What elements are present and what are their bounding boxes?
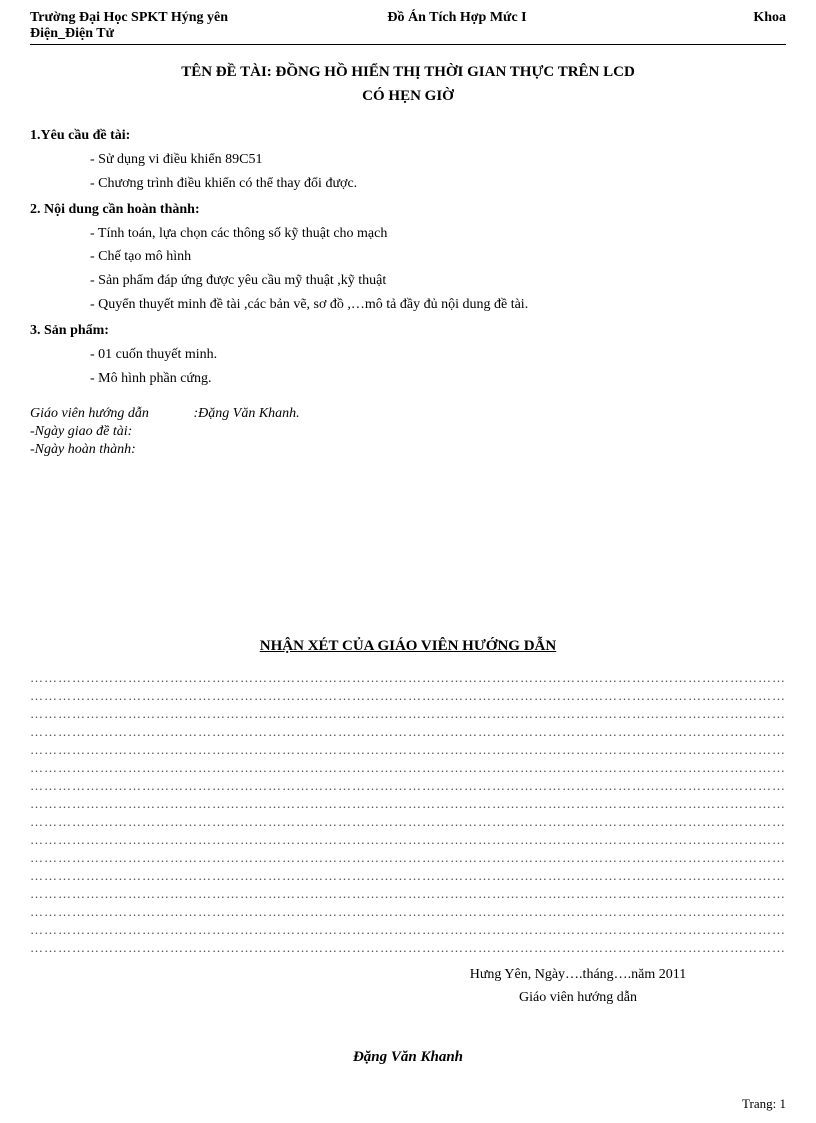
review-dotted-line: …………………………………………………………………………………………………………… (30, 796, 786, 814)
assign-date-line: -Ngày giao đề tài: (30, 424, 786, 440)
header-center: Đồ Án Tích Hợp Mức I (228, 10, 686, 42)
review-dotted-line: …………………………………………………………………………………………………………… (30, 760, 786, 778)
header-left-line1: Trường Đại Học SPKT Hýng yên (30, 10, 228, 26)
footer-page-label: Trang: (742, 1096, 776, 1111)
review-dotted-line: …………………………………………………………………………………………………………… (30, 742, 786, 760)
title-prefix: TÊN ĐỀ TÀI: (181, 64, 272, 80)
supervisor-label: Giáo viên hướng dẫn (30, 406, 190, 422)
list-item: - Chương trình điều khiển có thể thay đổ… (90, 172, 786, 196)
review-dotted-line: …………………………………………………………………………………………………………… (30, 814, 786, 832)
review-dotted-line: …………………………………………………………………………………………………………… (30, 724, 786, 742)
review-dotted-line: …………………………………………………………………………………………………………… (30, 886, 786, 904)
document-title: TÊN ĐỀ TÀI: ĐỒNG HỒ HIỂN THỊ THỜI GIAN T… (30, 60, 786, 108)
list-item: - Chế tạo mô hình (90, 245, 786, 269)
page-footer: Trang: 1 (742, 1096, 786, 1112)
review-dotted-line: …………………………………………………………………………………………………………… (30, 940, 786, 958)
header-left-line2: Điện_Điện Tử (30, 26, 228, 42)
header-right: Khoa (686, 10, 786, 42)
review-dotted-line: …………………………………………………………………………………………………………… (30, 850, 786, 868)
review-dotted-line: …………………………………………………………………………………………………………… (30, 670, 786, 688)
review-dotted-line: …………………………………………………………………………………………………………… (30, 922, 786, 940)
section-1-heading: 1.Yêu cầu đề tài: (30, 128, 786, 144)
review-dotted-line: …………………………………………………………………………………………………………… (30, 778, 786, 796)
footer-page-number: 1 (780, 1096, 787, 1111)
title-line1: ĐỒNG HỒ HIỂN THỊ THỜI GIAN THỰC TRÊN LCD (276, 64, 635, 80)
list-item: - Mô hình phần cứng. (90, 367, 786, 391)
list-item: - Sản phẩm đáp ứng được yêu cầu mỹ thuật… (90, 269, 786, 293)
review-dotted-line: …………………………………………………………………………………………………………… (30, 706, 786, 724)
section-3-heading: 3. Sản phẩm: (30, 323, 786, 339)
title-line2: CÓ HẸN GIỜ (362, 88, 454, 104)
supervisor-line: Giáo viên hướng dẫn :Đặng Văn Khanh. (30, 406, 786, 422)
list-item: - 01 cuốn thuyết minh. (90, 343, 786, 367)
complete-date-line: -Ngày hoàn thành: (30, 442, 786, 458)
signature-block: Hưng Yên, Ngày….tháng….năm 2011 Giáo viê… (370, 964, 786, 1009)
page-header: Trường Đại Học SPKT Hýng yên Điện_Điện T… (30, 10, 786, 42)
review-lines-block: …………………………………………………………………………………………………………… (30, 670, 786, 958)
review-dotted-line: …………………………………………………………………………………………………………… (30, 688, 786, 706)
list-item: - Quyển thuyết minh đề tài ,các bản vẽ, … (90, 293, 786, 317)
review-dotted-line: …………………………………………………………………………………………………………… (30, 832, 786, 850)
review-heading: NHẬN XÉT CỦA GIÁO VIÊN HƯỚNG DẪN (30, 638, 786, 655)
list-item: - Sử dụng vi điều khiển 89C51 (90, 148, 786, 172)
signature-name: Đặng Văn Khanh (30, 1049, 786, 1066)
signature-role: Giáo viên hướng dẫn (370, 987, 786, 1009)
list-item: - Tính toán, lựa chọn các thông số kỹ th… (90, 222, 786, 246)
header-divider (30, 44, 786, 45)
supervisor-value: :Đặng Văn Khanh. (194, 406, 300, 421)
section-2-heading: 2. Nội dung cần hoàn thành: (30, 202, 786, 218)
review-dotted-line: …………………………………………………………………………………………………………… (30, 868, 786, 886)
review-dotted-line: …………………………………………………………………………………………………………… (30, 904, 786, 922)
signature-place-date: Hưng Yên, Ngày….tháng….năm 2011 (370, 964, 786, 986)
